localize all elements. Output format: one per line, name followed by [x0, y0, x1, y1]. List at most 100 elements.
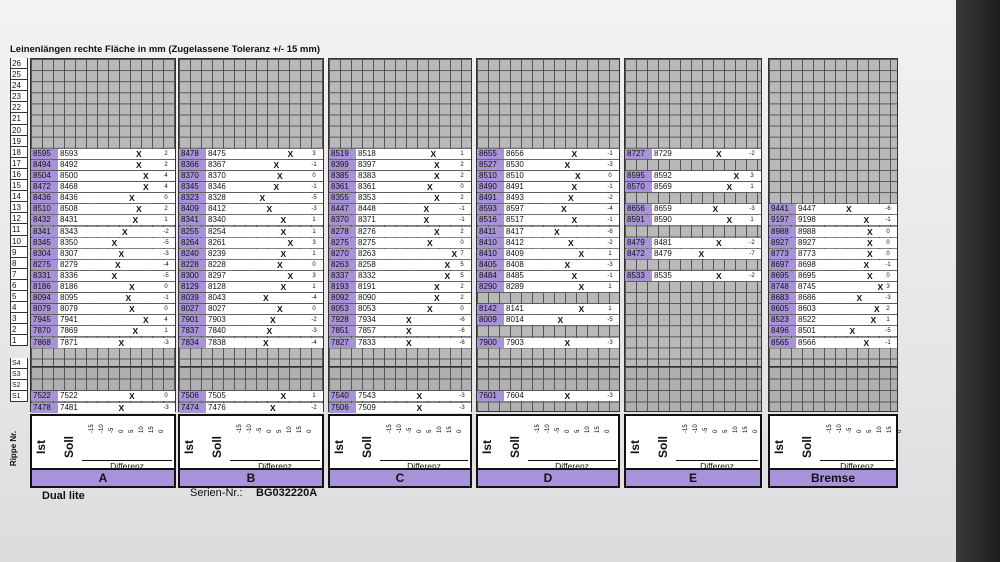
- difference-value: -5: [607, 317, 613, 324]
- scale-label: 15: [297, 426, 303, 433]
- difference-marker: X: [578, 282, 585, 292]
- difference-marker: X: [561, 204, 567, 215]
- ist-value: 8479: [625, 237, 652, 248]
- row-label: 16: [10, 168, 28, 181]
- ist-heading: Ist: [480, 439, 495, 455]
- difference-value: -1: [311, 161, 317, 168]
- table-row: 8270 8263 X 7: [329, 248, 471, 259]
- ist-value: 8053: [329, 304, 356, 315]
- soll-value: 8491: [504, 182, 537, 193]
- soll-value: 8686: [796, 293, 829, 304]
- difference-value: -6: [459, 317, 465, 324]
- table-row: 8479 8481 X -2: [625, 237, 761, 248]
- ist-value: 8366: [179, 159, 206, 170]
- ist-value: 8411: [477, 226, 504, 237]
- soll-value: 8279: [58, 259, 91, 270]
- scale-label: -5: [555, 427, 561, 433]
- soll-value: 8698: [796, 259, 829, 270]
- soll-value: 8522: [796, 315, 829, 326]
- table-row: 8655 8656 X -1: [477, 148, 619, 159]
- difference-value: 0: [164, 195, 168, 202]
- ist-value: 8655: [477, 148, 504, 159]
- soll-value: 8500: [58, 171, 91, 181]
- table-row: 8570 8569 X 1: [625, 182, 761, 193]
- table-row: 8275 8279 X -4: [31, 259, 175, 270]
- soll-value: 8988: [796, 226, 829, 237]
- difference-value: 1: [164, 328, 168, 335]
- ist-value: 9197: [769, 215, 796, 226]
- soll-value: 9447: [796, 204, 829, 215]
- group-e-grid: 8727 8729 X -2 8595 8592 X 3 8570 8569 X 1 8656 8659 X…: [624, 58, 762, 403]
- soll-value: 8412: [206, 204, 239, 215]
- difference-marker: X: [280, 282, 287, 292]
- scale-label: -5: [847, 427, 853, 433]
- difference-marker: X: [111, 270, 118, 281]
- scale-label: -5: [703, 427, 709, 433]
- table-row: 8331 8336 X -5: [31, 270, 175, 281]
- difference-value: -1: [459, 206, 465, 213]
- table-row: 8447 8448 X -1: [329, 204, 471, 215]
- difference-marker: X: [132, 215, 139, 226]
- difference-marker: X: [287, 270, 294, 281]
- difference-value: -2: [749, 150, 755, 157]
- ist-value: 8009: [477, 315, 504, 326]
- table-row: 8264 8261 X 3: [179, 237, 323, 248]
- difference-marker: X: [136, 159, 142, 170]
- ist-value: 8027: [179, 304, 206, 315]
- ist-value: 7601: [477, 391, 504, 401]
- ist-value: 7851: [329, 326, 356, 337]
- group-label: B: [180, 468, 322, 486]
- row-label: 7: [10, 268, 28, 280]
- scale-label: 0: [565, 429, 571, 433]
- table-row: 8591 8590 X 1: [625, 215, 761, 226]
- difference-cells: X -5: [239, 193, 323, 204]
- ist-value: 8478: [179, 148, 206, 159]
- table-row: 8432 8431 X 1: [31, 215, 175, 226]
- difference-marker: X: [444, 270, 451, 281]
- scale-label: 15: [149, 426, 155, 433]
- scale-label: -15: [387, 424, 393, 433]
- difference-marker: X: [578, 304, 585, 315]
- soll-value: 8729: [652, 148, 685, 159]
- ist-value: 8436: [31, 193, 58, 204]
- scale-label: 10: [877, 426, 883, 433]
- soll-value: 8289: [504, 282, 537, 292]
- difference-value: 0: [460, 306, 464, 313]
- soll-value: 7903: [504, 337, 537, 348]
- difference-value: -3: [459, 404, 465, 411]
- difference-value: 1: [312, 393, 316, 399]
- ist-value: 8683: [769, 293, 796, 304]
- difference-value: 0: [164, 393, 168, 399]
- table-row: 7928 7934 X -6: [329, 315, 471, 326]
- difference-cells: X3: [685, 171, 761, 181]
- scale-label: 10: [733, 426, 739, 433]
- table-row: 8385 8383 X 2: [329, 171, 471, 181]
- scale-label: -10: [693, 424, 699, 433]
- table-row: 8345 8350 X -5: [31, 237, 175, 248]
- row-label: 12: [10, 213, 28, 225]
- scale-label: 15: [743, 426, 749, 433]
- soll-value: 8328: [206, 193, 239, 204]
- table-row: 8228 8228 X 0: [179, 259, 323, 270]
- ist-value: 8228: [179, 259, 206, 270]
- ist-value: 8255: [179, 226, 206, 237]
- soll-value: 8518: [356, 148, 389, 159]
- s-row-label: S1: [10, 391, 28, 403]
- group-bremse-header: Ist Soll -15 -10 -5 0 5 10 15 0 Differenz Bremse: [768, 414, 903, 488]
- difference-value: -1: [607, 150, 613, 157]
- soll-value: 8590: [652, 215, 685, 226]
- row-label: 26: [10, 58, 28, 70]
- difference-value: 2: [460, 195, 464, 202]
- scale-label: -10: [837, 424, 843, 433]
- difference-cells: X0: [829, 270, 897, 281]
- ist-value: 7945: [31, 315, 58, 326]
- difference-marker: X: [434, 193, 440, 204]
- difference-value: -3: [607, 161, 613, 168]
- table-row: 8411 8417 X -6: [477, 226, 619, 237]
- soll-value: 7476: [206, 402, 239, 413]
- difference-value: 0: [312, 261, 316, 268]
- scale-label: 10: [585, 426, 591, 433]
- difference-marker: X: [554, 226, 560, 237]
- table-row: 9197 9198 X -1: [769, 215, 897, 226]
- row-label: 4: [10, 302, 28, 314]
